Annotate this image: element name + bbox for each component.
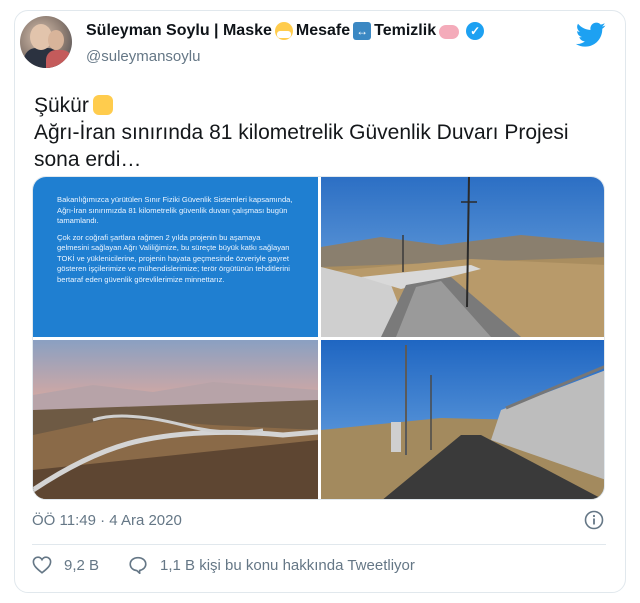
media-info-panel[interactable]: Bakanlığımızca yürütülen Sınır Fiziki Gü… [33, 177, 318, 337]
tweet-line-2: Ağrı-İran sınırında 81 kilometrelik Güve… [34, 121, 569, 144]
tweet-line-1: Şükür [34, 92, 594, 119]
mask-emoji-icon [274, 22, 293, 40]
talking-about-text[interactable]: 1,1 B kişi bu konu hakkında Tweetliyor [160, 557, 415, 574]
tweet-timestamp[interactable]: ÖÖ 11:49 · 4 Ara 2020 [32, 512, 182, 529]
info-paragraph-1: Bakanlığımızca yürütülen Sınır Fiziki Gü… [57, 195, 293, 225]
info-paragraph-2: Çok zor coğrafi şartlara rağmen 2 yılda … [57, 232, 290, 284]
soap-emoji-icon [439, 25, 460, 39]
tweet-text: Şükür Ağrı-İran sınırında 81 kilometreli… [34, 92, 594, 173]
folded-hands-icon [92, 95, 113, 115]
verified-icon: ✓ [466, 22, 485, 40]
info-icon[interactable] [584, 510, 604, 530]
user-handle[interactable]: @suleymansoylu [86, 48, 200, 65]
twitter-bird-icon[interactable] [576, 22, 606, 48]
speech-bubble-icon[interactable] [128, 556, 148, 574]
display-name-part2: Mesafe [295, 22, 351, 39]
display-name-part1: Süleyman Soylu | Maske [86, 22, 272, 39]
avatar[interactable] [20, 16, 72, 68]
like-count: 9,2 B [64, 557, 100, 574]
left-right-arrow-icon: ↔ [353, 22, 372, 40]
heart-icon[interactable] [32, 556, 52, 574]
media-grid[interactable]: Bakanlığımızca yürütülen Sınır Fiziki Gü… [32, 176, 605, 500]
divider [32, 544, 606, 545]
display-name[interactable]: Süleyman Soylu | Maske Mesafe ↔ Temizlik… [86, 22, 485, 40]
display-name-part3: Temizlik [374, 22, 437, 39]
media-photo-mountains[interactable] [33, 340, 318, 499]
tweet-line-3: sona erdi… [34, 148, 142, 171]
media-photo-road-wall[interactable] [321, 340, 604, 499]
media-photo-wall-road[interactable] [321, 177, 604, 337]
